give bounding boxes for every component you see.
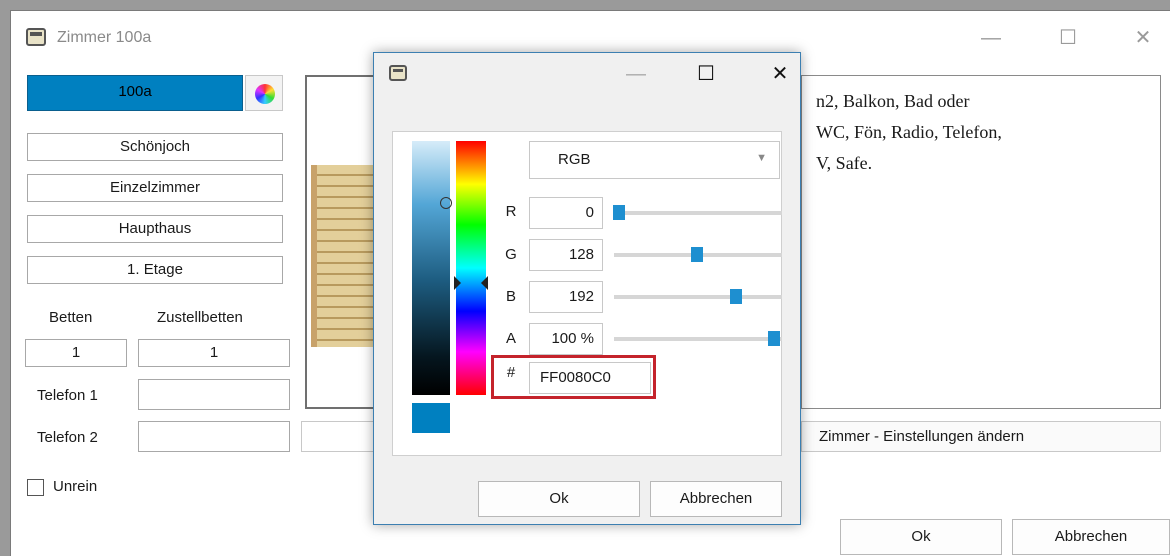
description-line-2: WC, Fön, Radio, Telefon, <box>816 122 1002 142</box>
room-number: 100a <box>118 83 152 100</box>
alpha-slider-thumb[interactable] <box>768 331 780 346</box>
extra-beds-label: Zustellbetten <box>157 309 243 326</box>
alpha-input[interactable]: 100 % <box>529 323 603 355</box>
floor-field[interactable]: 1. Etage <box>27 256 283 284</box>
color-wheel-icon <box>255 84 275 104</box>
phone2-input[interactable] <box>138 421 290 452</box>
beds-label: Betten <box>49 309 93 326</box>
dialog-close-button[interactable]: ✕ <box>760 59 800 89</box>
beds-input[interactable]: 1 <box>25 339 127 367</box>
green-slider-thumb[interactable] <box>691 247 703 262</box>
blue-slider-thumb[interactable] <box>730 289 742 304</box>
minimize-button[interactable]: — <box>971 23 1011 53</box>
image-caption-field[interactable] <box>301 421 381 452</box>
unclean-checkbox[interactable] <box>27 479 44 496</box>
room-number-bar[interactable]: 100a <box>27 75 243 111</box>
cancel-button[interactable]: Abbrechen <box>1012 519 1170 555</box>
dialog-maximize-button[interactable]: ☐ <box>686 59 726 89</box>
extra-beds-input[interactable]: 1 <box>138 339 290 367</box>
close-button[interactable]: ✕ <box>1123 23 1163 53</box>
red-label: R <box>505 203 517 220</box>
color-mode-value: RGB <box>558 151 591 168</box>
blue-input[interactable]: 192 <box>529 281 603 313</box>
dialog-minimize-button[interactable]: — <box>616 59 656 89</box>
shade-gradient[interactable] <box>412 141 450 395</box>
hex-input[interactable]: FF0080C0 <box>529 362 651 394</box>
room-type-field[interactable]: Einzelzimmer <box>27 174 283 202</box>
hex-label: # <box>506 364 516 381</box>
color-picker-button[interactable] <box>245 75 283 111</box>
color-preview <box>412 403 450 433</box>
dialog-cancel-button[interactable]: Abbrechen <box>650 481 782 517</box>
description-line-1: n2, Balkon, Bad oder <box>816 91 970 111</box>
blue-label: B <box>505 288 516 305</box>
phone1-label: Telefon 1 <box>37 387 98 404</box>
alpha-slider-track[interactable] <box>614 337 782 341</box>
app-icon <box>26 28 46 46</box>
dialog-app-icon <box>389 65 407 81</box>
maximize-button[interactable]: ☐ <box>1048 23 1088 53</box>
red-input[interactable]: 0 <box>529 197 603 229</box>
color-mode-dropdown[interactable]: RGB ▼ <box>529 141 780 179</box>
green-label: G <box>505 246 517 263</box>
red-slider-thumb[interactable] <box>613 205 625 220</box>
color-picker-dialog: — ☐ ✕ RGB ▼ R 0 G 128 B 192 A 100 % # FF… <box>373 52 801 525</box>
chevron-down-icon: ▼ <box>756 152 767 164</box>
dialog-ok-button[interactable]: Ok <box>478 481 640 517</box>
change-settings-label: Zimmer - Einstellungen ändern <box>819 428 1025 445</box>
house-field[interactable]: Haupthaus <box>27 215 283 243</box>
phone2-label: Telefon 2 <box>37 429 98 446</box>
blue-slider-track[interactable] <box>614 295 782 299</box>
shade-selector-handle[interactable] <box>440 197 452 209</box>
description-line-3: V, Safe. <box>816 153 873 173</box>
room-image-frame <box>305 75 375 409</box>
building-field[interactable]: Schönjoch <box>27 133 283 161</box>
unclean-label: Unrein <box>53 478 98 495</box>
ok-button[interactable]: Ok <box>840 519 1002 555</box>
phone1-input[interactable] <box>138 379 290 410</box>
window-title: Zimmer 100a <box>57 29 152 46</box>
alpha-label: A <box>505 330 516 347</box>
change-settings-button[interactable]: Zimmer - Einstellungen ändern <box>801 421 1161 452</box>
red-slider-track[interactable] <box>614 211 782 215</box>
room-image <box>311 165 375 347</box>
hue-selector-left[interactable] <box>454 276 461 290</box>
hue-selector-right[interactable] <box>481 276 488 290</box>
green-input[interactable]: 128 <box>529 239 603 271</box>
hue-spectrum[interactable] <box>456 141 486 395</box>
